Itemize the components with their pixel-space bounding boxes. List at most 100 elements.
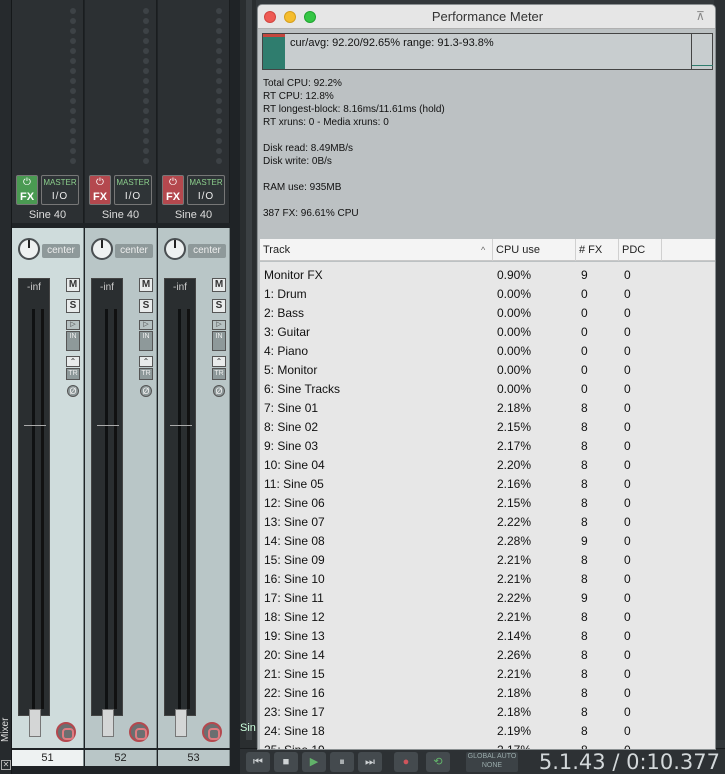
fx-slot[interactable]	[89, 146, 153, 155]
volume-fader-handle[interactable]	[29, 709, 41, 737]
channel-name[interactable]: Sine 40	[12, 207, 84, 223]
table-row[interactable]: Monitor FX 0.90% 9 0	[260, 266, 715, 285]
fx-slot[interactable]	[16, 26, 80, 35]
table-row[interactable]: 22: Sine 16 2.18% 8 0	[260, 684, 715, 703]
fx-slot[interactable]	[16, 126, 80, 135]
envelope-icon[interactable]: ⌃	[139, 356, 153, 367]
track-table[interactable]: Monitor FX 0.90% 9 0 1: Drum 0.00% 0 0 2: Bass 0.…	[260, 262, 715, 749]
table-row[interactable]: 12: Sine 06 2.15% 8 0	[260, 494, 715, 513]
mute-button[interactable]: M	[139, 278, 153, 292]
solo-button[interactable]: S	[139, 299, 153, 313]
envelope-icon[interactable]: ⌃	[212, 356, 226, 367]
table-row[interactable]: 4: Piano 0.00% 0 0	[260, 342, 715, 361]
fx-slot[interactable]	[89, 96, 153, 105]
fx-slot[interactable]	[162, 56, 226, 65]
pan-knob[interactable]	[18, 238, 40, 260]
table-row[interactable]: 25: Sine 19 2.17% 8 0	[260, 741, 715, 749]
fx-slot[interactable]	[16, 16, 80, 25]
fx-slot[interactable]	[89, 156, 153, 165]
fx-button[interactable]: ⏻ FX	[162, 175, 184, 205]
fx-slot[interactable]	[89, 136, 153, 145]
time-display[interactable]: 5.1.43 / 0:10.377	[534, 749, 720, 774]
envelope-icon[interactable]: ⌃	[66, 356, 80, 367]
skip-back-button[interactable]: ⏮	[246, 752, 270, 772]
trim-button[interactable]: TR	[212, 368, 226, 380]
fx-slot[interactable]	[89, 86, 153, 95]
mute-button[interactable]: M	[212, 278, 226, 292]
table-row[interactable]: 5: Monitor 0.00% 0 0	[260, 361, 715, 380]
fx-slot[interactable]	[162, 46, 226, 55]
fx-slot[interactable]	[89, 126, 153, 135]
volume-fader-handle[interactable]	[102, 709, 114, 737]
fx-slot[interactable]	[89, 6, 153, 15]
fx-slot[interactable]	[162, 66, 226, 75]
channel-number[interactable]: 53	[158, 750, 230, 766]
fx-slot[interactable]	[162, 86, 226, 95]
skip-forward-button[interactable]: ⏭	[358, 752, 382, 772]
trim-button[interactable]: TR	[139, 368, 153, 380]
close-window-button[interactable]	[264, 11, 276, 23]
channel-name[interactable]: Sine 40	[85, 207, 157, 223]
fx-slot[interactable]	[16, 96, 80, 105]
io-button[interactable]: MASTER I/O	[114, 175, 152, 205]
fx-slot[interactable]	[89, 66, 153, 75]
fx-slot[interactable]	[89, 106, 153, 115]
fx-slot[interactable]	[16, 56, 80, 65]
table-row[interactable]: 18: Sine 12 2.21% 8 0	[260, 608, 715, 627]
phase-icon[interactable]: Ø	[213, 385, 225, 397]
arrange-scrollbar[interactable]	[246, 0, 252, 740]
column-cpu-use[interactable]: CPU use	[493, 239, 576, 261]
fx-slot[interactable]	[16, 136, 80, 145]
solo-button[interactable]: S	[212, 299, 226, 313]
table-row[interactable]: 15: Sine 09 2.21% 8 0	[260, 551, 715, 570]
solo-button[interactable]: S	[66, 299, 80, 313]
record-arm-button[interactable]	[202, 722, 222, 742]
trim-button[interactable]: TR	[66, 368, 80, 380]
fx-slot[interactable]	[162, 116, 226, 125]
fx-slot[interactable]	[162, 26, 226, 35]
column-fx-count[interactable]: # FX	[576, 239, 619, 261]
fx-slot[interactable]	[89, 36, 153, 45]
fx-slot[interactable]	[162, 156, 226, 165]
fx-button[interactable]: ⏻ FX	[89, 175, 111, 205]
channel-number[interactable]: 52	[85, 750, 157, 766]
fx-slot[interactable]	[16, 46, 80, 55]
table-row[interactable]: 17: Sine 11 2.22% 9 0	[260, 589, 715, 608]
fx-slot[interactable]	[89, 76, 153, 85]
global-auto-button[interactable]: GLOBAL AUTO NONE	[466, 752, 518, 772]
fx-slot[interactable]	[162, 16, 226, 25]
fx-slot[interactable]	[16, 146, 80, 155]
fx-slot[interactable]	[16, 6, 80, 15]
fx-slot[interactable]	[162, 36, 226, 45]
pause-button[interactable]: ⏸	[330, 752, 354, 772]
table-row[interactable]: 13: Sine 07 2.22% 8 0	[260, 513, 715, 532]
table-row[interactable]: 19: Sine 13 2.14% 8 0	[260, 627, 715, 646]
table-row[interactable]: 2: Bass 0.00% 0 0	[260, 304, 715, 323]
io-button[interactable]: MASTER I/O	[187, 175, 225, 205]
loop-button[interactable]: ⟲	[426, 752, 450, 772]
table-row[interactable]: 11: Sine 05 2.16% 8 0	[260, 475, 715, 494]
channel-number[interactable]: 51	[12, 750, 84, 766]
pan-knob[interactable]	[91, 238, 113, 260]
fx-slot[interactable]	[162, 126, 226, 135]
input-button[interactable]: IN	[212, 331, 226, 351]
fx-slot[interactable]	[16, 66, 80, 75]
phase-icon[interactable]: Ø	[67, 385, 79, 397]
fx-slot[interactable]	[16, 106, 80, 115]
pan-knob[interactable]	[164, 238, 186, 260]
phase-icon[interactable]: Ø	[140, 385, 152, 397]
table-row[interactable]: 16: Sine 10 2.21% 8 0	[260, 570, 715, 589]
table-row[interactable]: 21: Sine 15 2.21% 8 0	[260, 665, 715, 684]
table-row[interactable]: 8: Sine 02 2.15% 8 0	[260, 418, 715, 437]
table-row[interactable]: 7: Sine 01 2.18% 8 0	[260, 399, 715, 418]
table-row[interactable]: 6: Sine Tracks 0.00% 0 0	[260, 380, 715, 399]
fx-slot[interactable]	[16, 156, 80, 165]
fx-insert-area[interactable]	[158, 0, 230, 170]
fx-slot[interactable]	[89, 116, 153, 125]
table-row[interactable]: 9: Sine 03 2.17% 8 0	[260, 437, 715, 456]
fx-button[interactable]: ⏻ FX	[16, 175, 38, 205]
table-row[interactable]: 3: Guitar 0.00% 0 0	[260, 323, 715, 342]
table-row[interactable]: 23: Sine 17 2.18% 8 0	[260, 703, 715, 722]
play-icon[interactable]: ▷	[212, 320, 226, 330]
fx-slot[interactable]	[89, 46, 153, 55]
